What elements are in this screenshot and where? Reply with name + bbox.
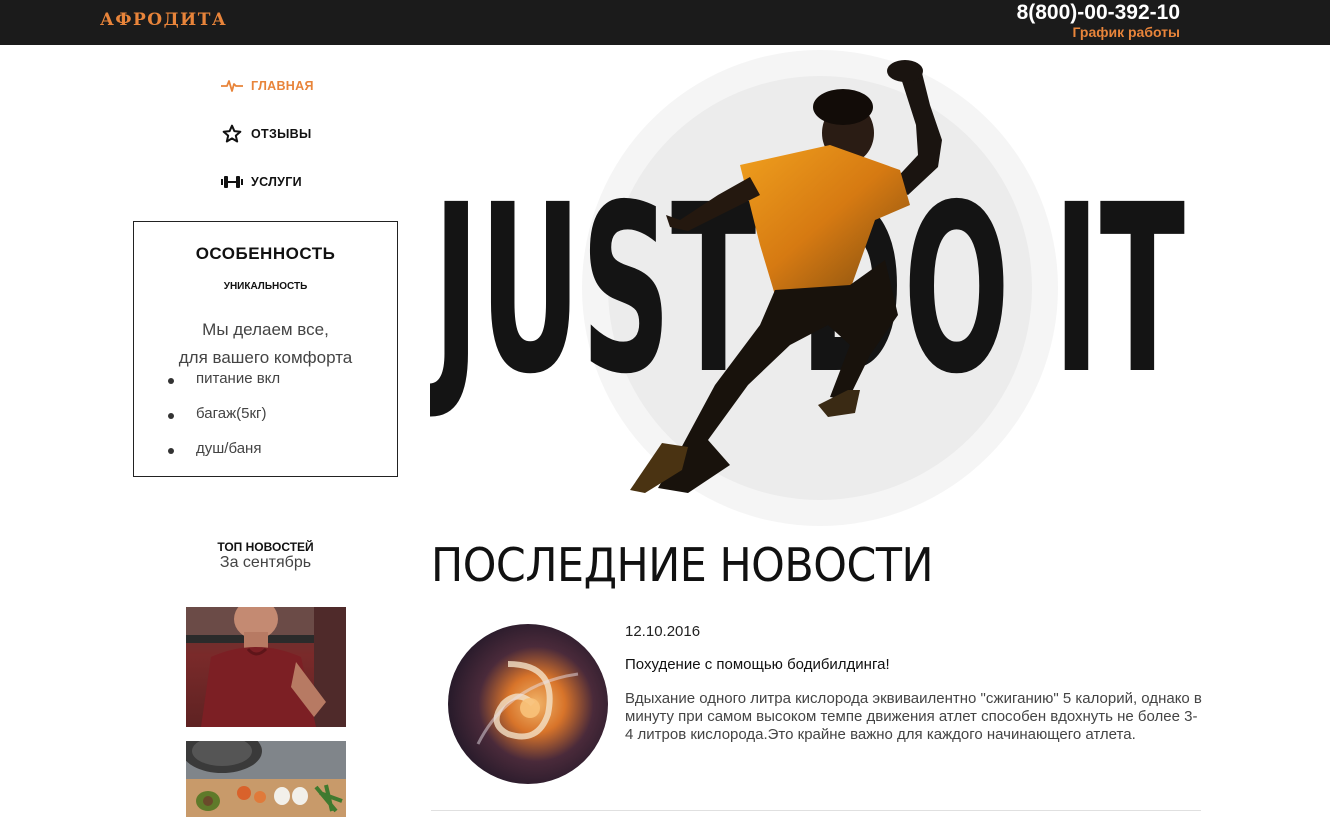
feature-box: ОСОБЕННОСТЬ УНИКАЛЬНОСТЬ Мы делаем все, … bbox=[133, 221, 398, 477]
hero-banner: JUST DO IT bbox=[430, 45, 1210, 535]
pulse-icon bbox=[220, 74, 244, 98]
feature-title: ОСОБЕННОСТЬ bbox=[195, 244, 336, 263]
top-news-title: ТОП НОВОСТЕЙ bbox=[217, 540, 314, 554]
news-section-title: ПОСЛЕДНИЕ НОВОСТИ bbox=[431, 538, 934, 592]
nav-item-label: УСЛУГИ bbox=[251, 175, 302, 189]
news-title-link[interactable]: Похудение с помощью бодибилдинга! bbox=[625, 656, 890, 673]
nav-item-label: ОТЗЫВЫ bbox=[251, 127, 312, 141]
feature-list: питание вкл багаж(5кг) душ/баня bbox=[168, 370, 280, 475]
nav-item-services[interactable]: УСЛУГИ bbox=[220, 170, 302, 194]
star-icon bbox=[220, 122, 244, 146]
news-image[interactable] bbox=[448, 624, 608, 784]
list-item: багаж(5кг) bbox=[168, 405, 280, 440]
top-news-subtitle: За сентябрь bbox=[219, 554, 312, 571]
schedule-link[interactable]: График работы bbox=[1073, 24, 1181, 40]
hero-illustration: JUST DO IT bbox=[430, 50, 1185, 526]
top-bar: АФРОДИТА 8(800)-00-392-10 График работы bbox=[0, 0, 1330, 45]
news-date: 12.10.2016 bbox=[625, 623, 701, 640]
phone-number[interactable]: 8(800)-00-392-10 bbox=[1017, 1, 1180, 25]
feature-description: Мы делаем все, для вашего комфорта bbox=[134, 316, 397, 372]
nav-item-label: ГЛАВНАЯ bbox=[251, 79, 314, 93]
list-item: питание вкл bbox=[168, 370, 280, 405]
feature-text-line: для вашего комфорта bbox=[178, 348, 353, 367]
list-item: душ/баня bbox=[168, 440, 280, 475]
nav-item-reviews[interactable]: ОТЗЫВЫ bbox=[220, 122, 312, 146]
news-excerpt: Вдыхание одного литра кислорода эквиваил… bbox=[625, 690, 1202, 743]
divider bbox=[431, 810, 1201, 811]
nav-item-home[interactable]: ГЛАВНАЯ bbox=[220, 74, 314, 98]
dumbbell-icon bbox=[220, 170, 244, 194]
top-news-thumbnail-food[interactable] bbox=[186, 741, 346, 817]
top-news-thumbnail-athlete[interactable] bbox=[186, 607, 346, 727]
feature-text-line: Мы делаем все, bbox=[202, 320, 329, 339]
site-logo[interactable]: АФРОДИТА bbox=[100, 10, 227, 30]
feature-subtitle: УНИКАЛЬНОСТЬ bbox=[223, 281, 308, 292]
